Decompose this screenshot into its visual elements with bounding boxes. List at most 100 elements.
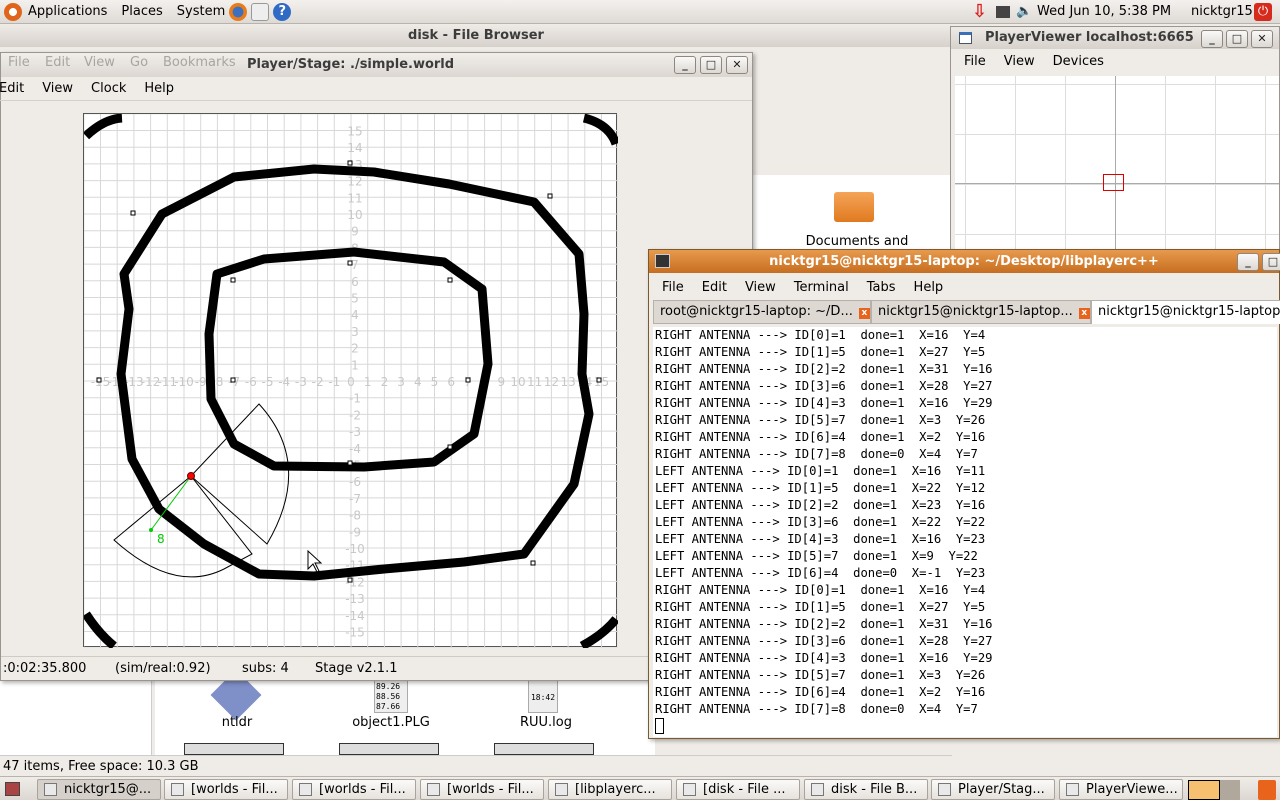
terminal-tab-1[interactable]: root@nicktgr15-laptop: ~/D... x: [653, 300, 871, 324]
terminal-line: LEFT ANTENNA ---> ID[0]=1 done=1 X=16 Y=…: [655, 464, 986, 478]
player-viewer-titlebar[interactable]: PlayerViewer localhost:6665 _ □ ✕: [951, 27, 1279, 49]
y-tick-label: -2: [349, 408, 361, 422]
waypoint-marker: [530, 560, 536, 566]
menu-devices[interactable]: Devices: [1053, 54, 1104, 69]
sim-real-ratio: (sim/real:0.92): [115, 661, 211, 676]
system-menu[interactable]: System: [177, 4, 225, 19]
menu-help[interactable]: Help: [144, 81, 174, 96]
waypoint-marker: [447, 277, 453, 283]
taskbar-item[interactable]: [disk - File ...: [676, 779, 800, 800]
help-icon[interactable]: ?: [273, 2, 292, 21]
menu-view[interactable]: View: [745, 280, 776, 295]
terminal-line: LEFT ANTENNA ---> ID[6]=4 done=0 X=-1 Y=…: [655, 566, 986, 580]
minimize-button[interactable]: _: [674, 56, 696, 74]
menu-help[interactable]: Help: [914, 280, 944, 295]
maximize-button[interactable]: □: [700, 56, 722, 74]
folder-icon[interactable]: [834, 192, 874, 222]
trash-icon[interactable]: [1258, 780, 1276, 800]
network-icon[interactable]: [996, 6, 1010, 18]
workspace-switcher[interactable]: [1188, 780, 1240, 800]
menu-go[interactable]: Go: [130, 53, 148, 73]
window-icon: [555, 783, 568, 796]
terminal-titlebar[interactable]: nicktgr15@nicktgr15-laptop: ~/Desktop/li…: [649, 250, 1280, 273]
x-tick-label: 3: [397, 375, 405, 389]
viewer-canvas[interactable]: [955, 76, 1279, 270]
file-browser-status: 47 items, Free space: 10.3 GB: [0, 755, 952, 776]
menu-view[interactable]: View: [42, 81, 73, 96]
user-name[interactable]: nicktgr15: [1191, 4, 1253, 19]
terminal-tab-2[interactable]: nicktgr15@nicktgr15-laptop... x: [871, 300, 1091, 324]
menu-view[interactable]: View: [84, 53, 115, 73]
show-desktop-button[interactable]: [5, 782, 20, 796]
file-documents[interactable]: Documents and: [797, 234, 917, 249]
applications-menu[interactable]: Applications: [28, 4, 107, 19]
terminal-line: RIGHT ANTENNA ---> ID[5]=7 done=1 X=3 Y=…: [655, 668, 986, 682]
maximize-button[interactable]: □: [1262, 253, 1280, 271]
volume-icon[interactable]: 🔈: [1016, 4, 1032, 19]
world-map[interactable]: -15-14-13-12-11-10-9-8-7-6-5-4-3-2-10123…: [82, 113, 621, 650]
terminal-line: RIGHT ANTENNA ---> ID[0]=1 done=1 X=16 Y…: [655, 328, 986, 342]
terminal-line: RIGHT ANTENNA ---> ID[0]=1 done=1 X=16 Y…: [655, 583, 986, 597]
close-button[interactable]: ✕: [1251, 30, 1273, 48]
stage-world-canvas[interactable]: -15-14-13-12-11-10-9-8-7-6-5-4-3-2-10123…: [82, 113, 621, 650]
terminal-tab-3-active[interactable]: nicktgr15@nicktgr15-laptop...: [1091, 300, 1280, 324]
waypoint-marker: [347, 460, 353, 466]
power-icon[interactable]: ⏻: [1254, 3, 1272, 21]
waypoint-marker: [230, 377, 236, 383]
menu-clock[interactable]: Clock: [91, 81, 126, 96]
taskbar-item[interactable]: nicktgr15@...: [37, 779, 161, 800]
close-tab-icon[interactable]: x: [1078, 308, 1090, 319]
maximize-button[interactable]: □: [1226, 30, 1248, 48]
x-tick-label: 2: [381, 375, 389, 389]
window-icon: [427, 783, 440, 796]
file-ntldr[interactable]: ntldr: [177, 715, 297, 730]
taskbar-item[interactable]: [worlds - Fil...: [164, 779, 288, 800]
y-tick-label: -4: [349, 442, 361, 456]
file-object1-plg[interactable]: object1.PLG: [331, 715, 451, 730]
window-icon: [171, 783, 184, 796]
menu-edit[interactable]: Edit: [45, 53, 70, 73]
menu-edit[interactable]: Edit: [702, 280, 727, 295]
minimize-button[interactable]: _: [1201, 30, 1223, 48]
places-menu[interactable]: Places: [121, 4, 162, 19]
terminal-line: RIGHT ANTENNA ---> ID[3]=6 done=1 X=28 Y…: [655, 634, 993, 648]
y-tick-label: 12: [347, 175, 362, 189]
terminal-window: nicktgr15@nicktgr15-laptop: ~/Desktop/li…: [648, 249, 1280, 739]
taskbar-item[interactable]: [worlds - Fil...: [292, 779, 416, 800]
file-browser-titlebar[interactable]: disk - File Browser: [0, 25, 952, 47]
menu-terminal[interactable]: Terminal: [794, 280, 849, 295]
top-panel: Applications Places System ? ⇩ 🔈 Wed Jun…: [0, 0, 1280, 24]
terminal-output[interactable]: RIGHT ANTENNA ---> ID[0]=1 done=1 X=16 Y…: [653, 327, 1277, 737]
taskbar-item[interactable]: Player/Stag...: [931, 779, 1055, 800]
ruu-log-file-icon[interactable]: 18:42: [528, 680, 558, 713]
terminal-line: RIGHT ANTENNA ---> ID[2]=2 done=1 X=31 Y…: [655, 362, 993, 376]
terminal-line: RIGHT ANTENNA ---> ID[1]=5 done=1 X=27 Y…: [655, 345, 986, 359]
menu-edit[interactable]: Edit: [0, 81, 24, 96]
terminal-line: RIGHT ANTENNA ---> ID[1]=5 done=1 X=27 Y…: [655, 600, 986, 614]
x-tick-label: 4: [414, 375, 422, 389]
mail-icon[interactable]: [251, 2, 270, 21]
minimize-button[interactable]: _: [1237, 253, 1259, 271]
taskbar-item[interactable]: [worlds - Fil...: [420, 779, 544, 800]
menu-view[interactable]: View: [1004, 54, 1035, 69]
taskbar-item[interactable]: disk - File B...: [804, 779, 928, 800]
menu-file[interactable]: File: [964, 54, 986, 69]
menu-file[interactable]: File: [662, 280, 684, 295]
taskbar-item[interactable]: [libplayerc...: [548, 779, 672, 800]
x-tick-label: 6: [447, 375, 455, 389]
close-button[interactable]: ✕: [726, 56, 748, 74]
waypoint-marker: [447, 444, 453, 450]
x-tick-label: 0: [347, 375, 355, 389]
waypoint-marker: [96, 377, 102, 383]
menu-file[interactable]: File: [8, 53, 30, 73]
clock[interactable]: Wed Jun 10, 5:38 PM: [1037, 4, 1171, 19]
close-tab-icon[interactable]: x: [858, 308, 870, 319]
menu-tabs[interactable]: Tabs: [867, 280, 896, 295]
object1-file-icon[interactable]: 89.26 88.56 87.66: [374, 680, 408, 713]
update-alert-icon[interactable]: ⇩: [972, 1, 987, 22]
taskbar-item[interactable]: PlayerViewe...: [1059, 779, 1183, 800]
x-tick-label: -1: [328, 375, 340, 389]
firefox-icon[interactable]: [229, 2, 248, 21]
file-ruu-log[interactable]: RUU.log: [486, 715, 606, 730]
menu-bookmarks[interactable]: Bookmarks: [163, 53, 236, 73]
